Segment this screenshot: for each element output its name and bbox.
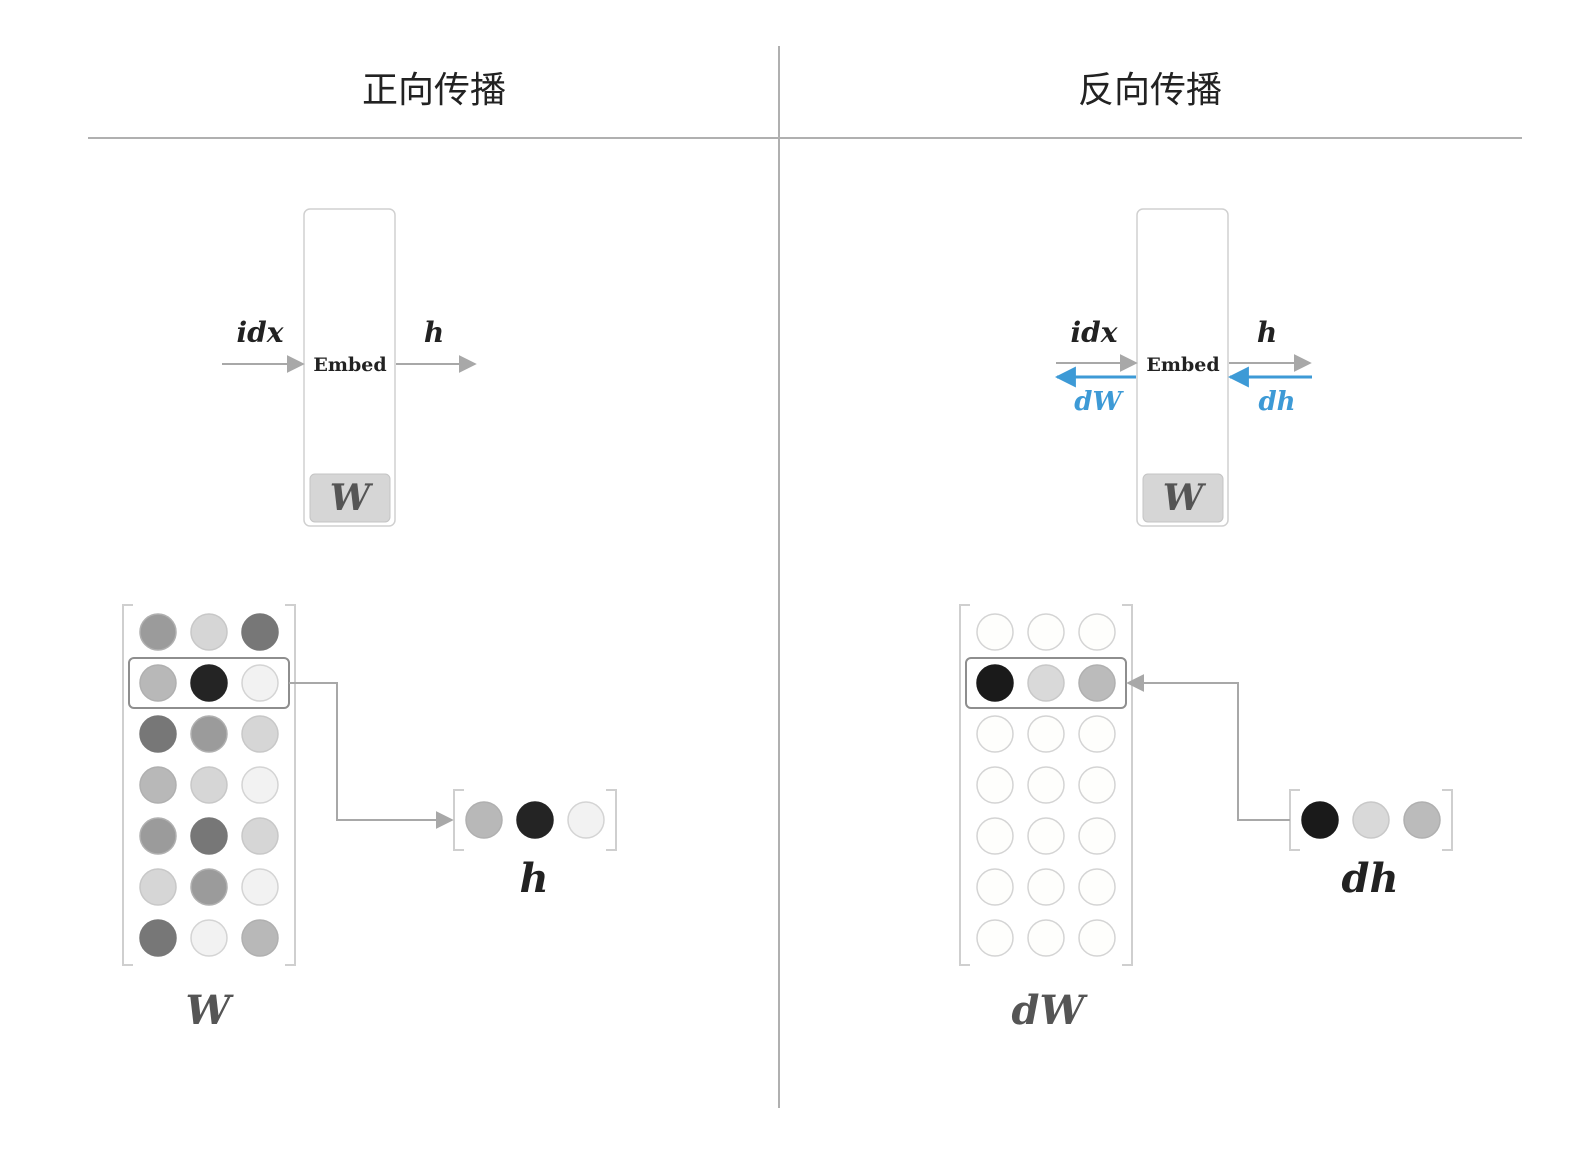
- matrix-cell: [1078, 868, 1116, 906]
- matrix-cell: [139, 664, 177, 702]
- matrix-cell: [976, 613, 1014, 651]
- matrix-cell: [190, 868, 228, 906]
- scatter-connector: [1126, 674, 1290, 821]
- matrix-cell: [139, 715, 177, 753]
- embedding-diagram: 正向传播 反向传播 W Embed idx h W Embed idx dW h…: [88, 46, 1522, 1108]
- matrix-cell: [139, 613, 177, 651]
- matrix-cell: [139, 817, 177, 855]
- vector-cell: [567, 801, 605, 839]
- weight-label: W: [1163, 477, 1207, 519]
- matrix-cell: [1027, 817, 1065, 855]
- vector-label: dh: [1341, 855, 1398, 902]
- matrix-cell: [1027, 613, 1065, 651]
- matrix-cell: [241, 868, 279, 906]
- matrix-cell: [241, 817, 279, 855]
- matrix-cell: [1078, 664, 1116, 702]
- vector-label: h: [519, 855, 548, 902]
- grad-weight-label: dW: [1074, 387, 1124, 417]
- embed-label: Embed: [313, 354, 386, 376]
- vector-cell: [1352, 801, 1390, 839]
- matrix-cell: [139, 919, 177, 957]
- matrix-cell: [1078, 817, 1116, 855]
- matrix-cell: [241, 715, 279, 753]
- weight-label: W: [330, 477, 374, 519]
- embed-label: Embed: [1146, 354, 1219, 376]
- matrix-cell: [1027, 664, 1065, 702]
- matrix-cell: [190, 664, 228, 702]
- matrix-label: W: [186, 987, 235, 1034]
- matrix-cell: [241, 919, 279, 957]
- output-label: h: [424, 316, 444, 349]
- forward-embed-node: W Embed: [303, 208, 396, 527]
- output-label: h: [1257, 316, 1277, 349]
- matrix-cell: [976, 664, 1014, 702]
- input-label: idx: [237, 316, 284, 349]
- matrix-cell: [241, 766, 279, 804]
- matrix-cell: [976, 868, 1014, 906]
- vector-bracket-right: [1442, 789, 1453, 851]
- matrix-cell: [1078, 613, 1116, 651]
- vector-cell: [1301, 801, 1339, 839]
- matrix-cell: [190, 817, 228, 855]
- backward-title: 反向传播: [1078, 70, 1222, 111]
- matrix-cell: [190, 766, 228, 804]
- vector-bracket-left: [1289, 789, 1300, 851]
- matrix-cell: [976, 919, 1014, 957]
- lookup-connector: [289, 682, 454, 829]
- vector-cell: [465, 801, 503, 839]
- matrix-cell: [1027, 919, 1065, 957]
- matrix-cell: [190, 613, 228, 651]
- matrix-cell: [1078, 919, 1116, 957]
- grad-output-label: dh: [1258, 387, 1295, 417]
- matrix-cell: [1078, 715, 1116, 753]
- matrix-cell: [1027, 715, 1065, 753]
- matrix-cell: [1027, 766, 1065, 804]
- matrix-cell: [190, 715, 228, 753]
- matrix-cell: [976, 715, 1014, 753]
- matrix-cell: [1078, 766, 1116, 804]
- matrix-cell: [139, 766, 177, 804]
- matrix-cell: [241, 613, 279, 651]
- forward-title: 正向传播: [362, 70, 506, 111]
- matrix-cell: [976, 766, 1014, 804]
- vector-bracket-right: [606, 789, 617, 851]
- matrix-cell: [1027, 868, 1065, 906]
- matrix-label: dW: [1012, 987, 1089, 1034]
- vector-cell: [1403, 801, 1441, 839]
- matrix-cell: [976, 817, 1014, 855]
- matrix-cell: [190, 919, 228, 957]
- backward-embed-node: W Embed: [1136, 208, 1229, 527]
- matrix-cell: [241, 664, 279, 702]
- matrix-cell: [139, 868, 177, 906]
- vector-bracket-left: [453, 789, 464, 851]
- input-label: idx: [1071, 316, 1118, 349]
- vector-cell: [516, 801, 554, 839]
